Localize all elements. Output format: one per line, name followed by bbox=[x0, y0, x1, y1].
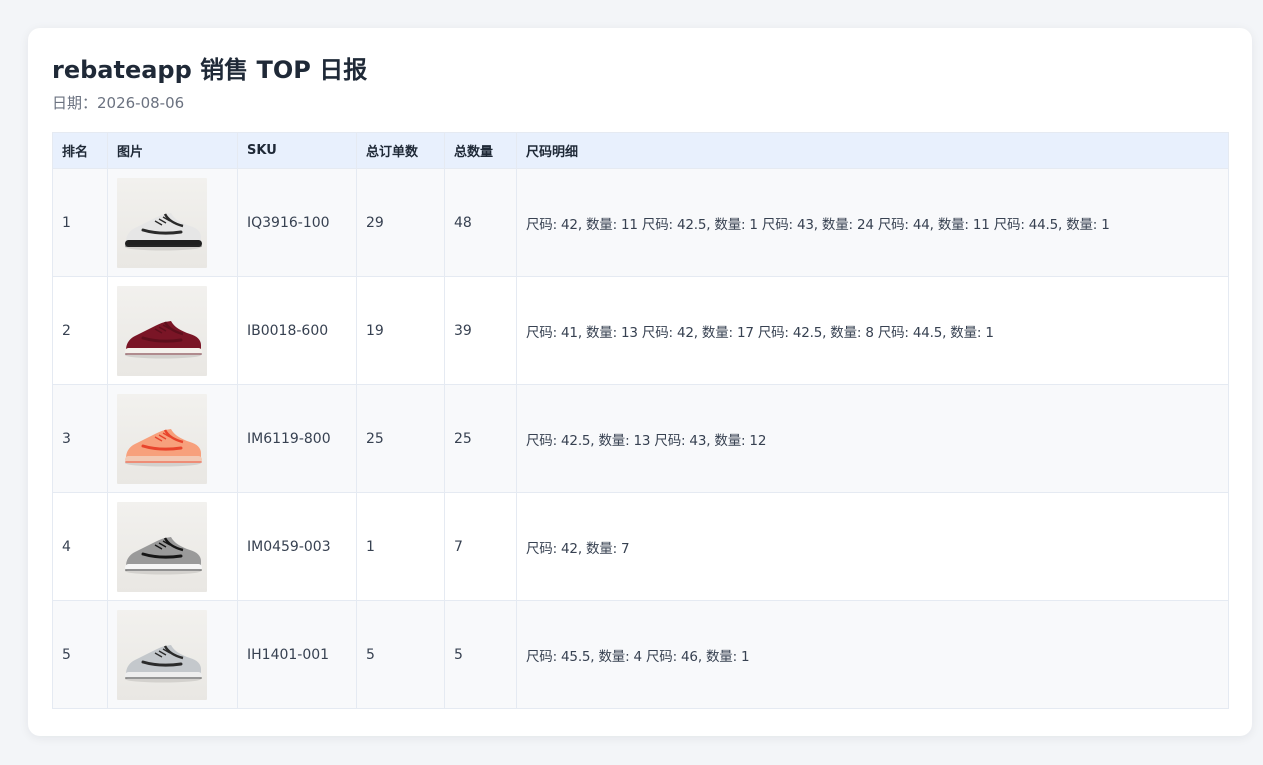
cell-rank: 5 bbox=[52, 600, 108, 709]
cell-orders: 29 bbox=[356, 168, 445, 277]
cell-sku: IM0459-003 bbox=[237, 492, 357, 601]
cell-quantity: 39 bbox=[444, 276, 517, 385]
cell-orders: 1 bbox=[356, 492, 445, 601]
cell-sizes: 尺码: 42, 数量: 11 尺码: 42.5, 数量: 1 尺码: 43, 数… bbox=[516, 168, 1229, 277]
cell-quantity: 48 bbox=[444, 168, 517, 277]
cell-orders: 19 bbox=[356, 276, 445, 385]
cell-rank: 2 bbox=[52, 276, 108, 385]
cell-image bbox=[107, 168, 238, 277]
header-image: 图片 bbox=[107, 132, 238, 169]
header-sku: SKU bbox=[237, 132, 357, 169]
table-row: 5 IH1401-001 5 5 尺码: 45.5, 数量: 4 尺码: 46,… bbox=[52, 600, 1229, 709]
cell-image bbox=[107, 384, 238, 493]
cell-quantity: 5 bbox=[444, 600, 517, 709]
sales-table: 排名 图片 SKU 总订单数 总数量 尺码明细 1 IQ3916-100 29 … bbox=[52, 132, 1229, 709]
table-header-row: 排名 图片 SKU 总订单数 总数量 尺码明细 bbox=[52, 132, 1229, 169]
cell-rank: 1 bbox=[52, 168, 108, 277]
product-image bbox=[117, 501, 207, 592]
cell-sku: IH1401-001 bbox=[237, 600, 357, 709]
cell-rank: 4 bbox=[52, 492, 108, 601]
cell-sizes: 尺码: 41, 数量: 13 尺码: 42, 数量: 17 尺码: 42.5, … bbox=[516, 276, 1229, 385]
cell-sizes: 尺码: 45.5, 数量: 4 尺码: 46, 数量: 1 bbox=[516, 600, 1229, 709]
cell-quantity: 7 bbox=[444, 492, 517, 601]
cell-quantity: 25 bbox=[444, 384, 517, 493]
cell-image bbox=[107, 600, 238, 709]
product-image bbox=[117, 285, 207, 376]
cell-rank: 3 bbox=[52, 384, 108, 493]
header-quantity: 总数量 bbox=[444, 132, 517, 169]
cell-sizes: 尺码: 42.5, 数量: 13 尺码: 43, 数量: 12 bbox=[516, 384, 1229, 493]
cell-image bbox=[107, 492, 238, 601]
header-rank: 排名 bbox=[52, 132, 108, 169]
cell-sku: IQ3916-100 bbox=[237, 168, 357, 277]
table-row: 2 IB0018-600 19 39 尺码: 41, 数量: 13 尺码: 42… bbox=[52, 276, 1229, 385]
cell-orders: 5 bbox=[356, 600, 445, 709]
cell-orders: 25 bbox=[356, 384, 445, 493]
header-sizes: 尺码明细 bbox=[516, 132, 1229, 169]
cell-sku: IB0018-600 bbox=[237, 276, 357, 385]
cell-sizes: 尺码: 42, 数量: 7 bbox=[516, 492, 1229, 601]
table-row: 3 IM6119-800 25 25 尺码: 42.5, 数量: 13 尺码: … bbox=[52, 384, 1229, 493]
product-image bbox=[117, 393, 207, 484]
header-orders: 总订单数 bbox=[356, 132, 445, 169]
cell-image bbox=[107, 276, 238, 385]
page-title: rebateapp 销售 TOP 日报 bbox=[52, 56, 368, 84]
product-image bbox=[117, 177, 207, 268]
cell-sku: IM6119-800 bbox=[237, 384, 357, 493]
table-row: 4 IM0459-003 1 7 尺码: 42, 数量: 7 bbox=[52, 492, 1229, 601]
product-image bbox=[117, 609, 207, 700]
table-row: 1 IQ3916-100 29 48 尺码: 42, 数量: 11 尺码: 42… bbox=[52, 168, 1229, 277]
report-date: 日期：2026-08-06 bbox=[52, 94, 185, 112]
report-card: rebateapp 销售 TOP 日报 日期：2026-08-06 排名 图片 … bbox=[28, 28, 1252, 736]
